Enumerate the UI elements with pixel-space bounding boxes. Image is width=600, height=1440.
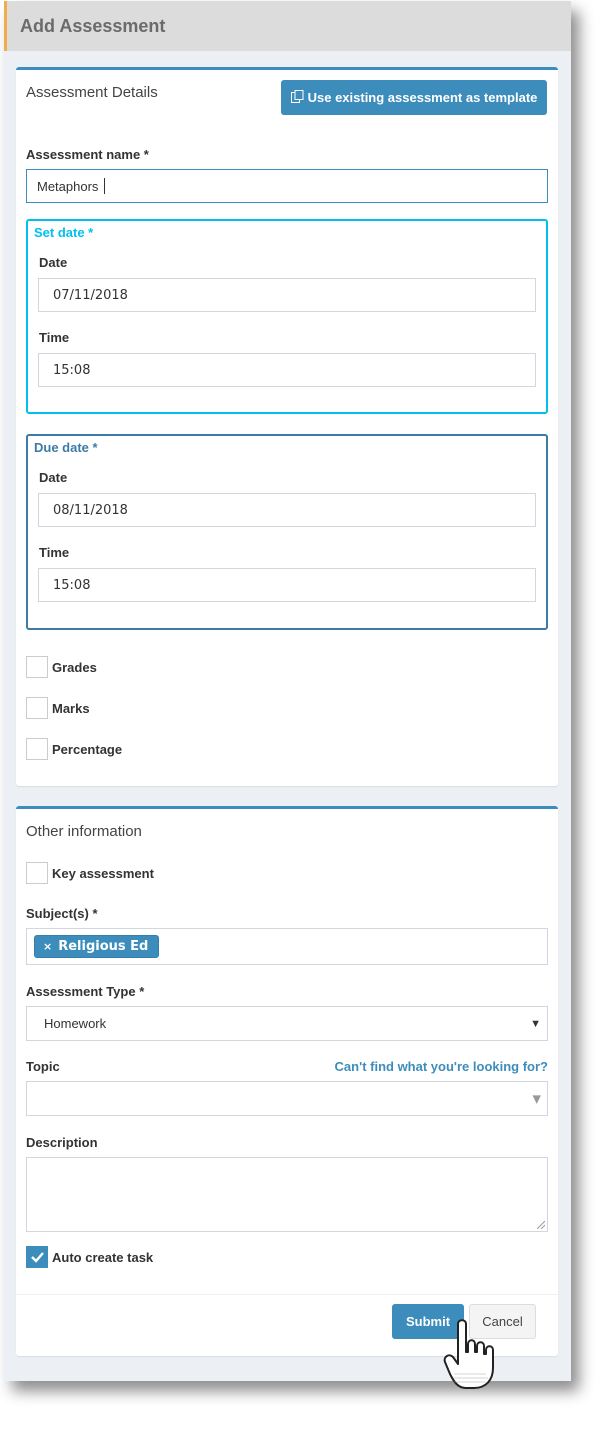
auto-create-task-checkbox[interactable]	[26, 1246, 48, 1268]
use-template-label: Use existing assessment as template	[307, 90, 538, 105]
assessment-name-input[interactable]: Metaphors	[26, 169, 548, 203]
assessment-type-value: Homework	[44, 1016, 107, 1031]
topic-select[interactable]: ▼	[26, 1081, 548, 1116]
due-date-time-value: 15:08	[53, 577, 91, 593]
subject-tag: × Religious Ed	[34, 935, 160, 958]
assessment-window: Add Assessment Assessment Details Use ex…	[4, 1, 571, 1381]
other-information-title: Other information	[26, 823, 142, 840]
subject-tag-label: Religious Ed	[58, 939, 149, 954]
percentage-checkbox[interactable]	[26, 738, 48, 760]
due-date-time-label: Time	[39, 545, 70, 560]
set-date-group: Set date * Date 07/11/2018 Time 15:08	[26, 219, 548, 414]
assessment-type-select[interactable]: Homework ▼	[26, 1006, 548, 1041]
assessment-details-title: Assessment Details	[26, 84, 158, 101]
resize-handle-icon[interactable]	[537, 1221, 545, 1229]
footer-divider	[16, 1294, 558, 1295]
assessment-type-label: Assessment Type *	[26, 984, 145, 999]
page-title: Add Assessment	[20, 16, 166, 36]
due-date-date-input[interactable]: 08/11/2018	[38, 493, 536, 527]
cant-find-link[interactable]: Can't find what you're looking for?	[335, 1059, 548, 1074]
caret-down-icon: ▼	[530, 1017, 541, 1030]
hand-pointer-icon	[430, 1318, 508, 1394]
auto-create-task-label: Auto create task	[52, 1250, 154, 1265]
key-assessment-label: Key assessment	[52, 866, 154, 881]
due-date-group: Due date * Date 08/11/2018 Time 15:08	[26, 434, 548, 630]
due-date-date-value: 08/11/2018	[53, 502, 128, 518]
grades-label: Grades	[52, 660, 97, 675]
subjects-label: Subject(s) *	[26, 906, 98, 921]
key-assessment-checkbox[interactable]	[26, 862, 48, 884]
set-date-time-value: 15:08	[53, 362, 91, 378]
set-date-time-label: Time	[39, 330, 70, 345]
page-header: Add Assessment	[4, 1, 571, 51]
marks-checkbox[interactable]	[26, 697, 48, 719]
marks-label: Marks	[52, 701, 90, 716]
assessment-details-card: Assessment Details Use existing assessme…	[16, 67, 558, 786]
set-date-legend: Set date *	[34, 225, 94, 240]
description-textarea[interactable]	[26, 1157, 548, 1232]
copy-icon	[290, 89, 304, 106]
assessment-name-value: Metaphors	[37, 178, 99, 194]
set-date-date-label: Date	[39, 255, 68, 270]
times-icon[interactable]: ×	[43, 940, 52, 953]
due-date-legend: Due date *	[34, 440, 98, 455]
use-template-button[interactable]: Use existing assessment as template	[281, 80, 547, 115]
assessment-name-label: Assessment name *	[26, 147, 149, 162]
set-date-date-value: 07/11/2018	[53, 287, 128, 303]
percentage-label: Percentage	[52, 742, 123, 757]
grades-checkbox[interactable]	[26, 656, 48, 678]
due-date-time-input[interactable]: 15:08	[38, 568, 536, 602]
set-date-date-input[interactable]: 07/11/2018	[38, 278, 536, 312]
due-date-date-label: Date	[39, 470, 68, 485]
check-icon	[31, 1252, 44, 1263]
caret-down-icon: ▼	[532, 1092, 541, 1105]
text-cursor	[104, 178, 106, 194]
subjects-input[interactable]: × Religious Ed	[26, 928, 548, 965]
other-information-card: Other information Key assessment Subject…	[16, 806, 558, 1356]
topic-label: Topic	[26, 1059, 60, 1074]
set-date-time-input[interactable]: 15:08	[38, 353, 536, 387]
description-label: Description	[26, 1135, 98, 1150]
